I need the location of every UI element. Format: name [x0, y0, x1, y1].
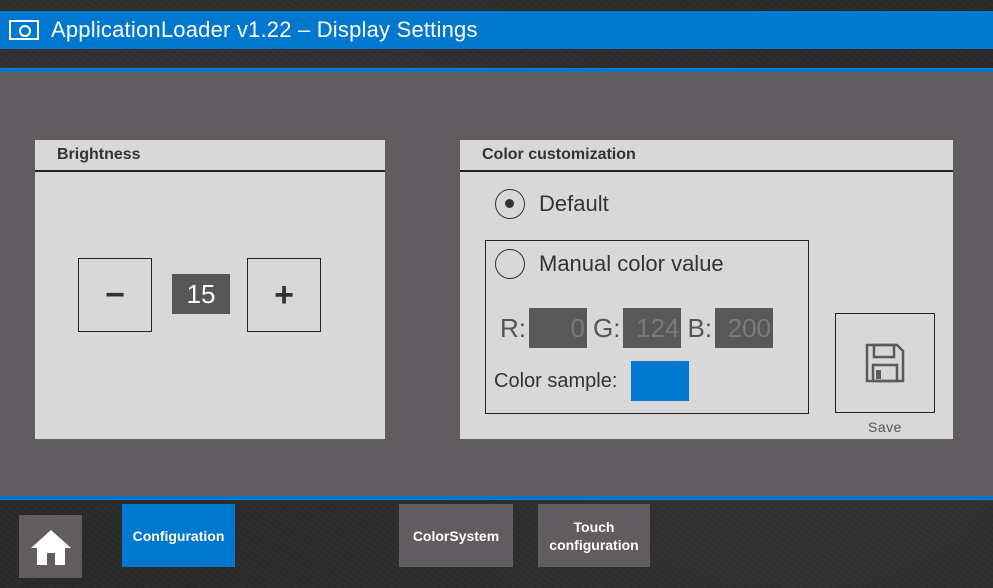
g-input[interactable]: 124 [623, 308, 682, 348]
rgb-inputs: R: 0 G: 124 B: 200 [500, 308, 779, 348]
r-label: R: [500, 312, 526, 343]
main-area: Brightness − 15 + Color customization De… [0, 68, 993, 500]
minus-icon: − [105, 275, 125, 314]
brightness-value: 15 [172, 274, 230, 314]
default-option[interactable]: Default [495, 189, 609, 219]
save-label: Save [868, 419, 902, 435]
brightness-decrease-button[interactable]: − [78, 258, 152, 332]
window-title: ApplicationLoader v1.22 – Display Settin… [51, 17, 478, 42]
home-button[interactable] [19, 515, 82, 578]
brightness-header: Brightness [35, 140, 385, 172]
g-label: G: [593, 312, 621, 343]
tab-colorsystem[interactable]: ColorSystem [399, 504, 513, 567]
tab-configuration[interactable]: Configuration [122, 504, 235, 567]
save-button[interactable] [835, 313, 935, 413]
b-input[interactable]: 200 [715, 308, 774, 348]
color-sample-label: Color sample: [494, 369, 618, 392]
r-input[interactable]: 0 [529, 308, 587, 348]
screen-icon [9, 20, 39, 40]
default-radio[interactable] [495, 189, 525, 219]
plus-icon: + [274, 275, 294, 314]
brightness-panel: Brightness − 15 + [35, 140, 385, 439]
manual-label: Manual color value [539, 251, 724, 276]
color-sample-swatch [631, 361, 690, 401]
color-sample-row: Color sample: [494, 361, 690, 401]
title-bar: ApplicationLoader v1.22 – Display Settin… [0, 11, 993, 49]
b-label: B: [687, 312, 713, 343]
tab-touch-configuration[interactable]: Touch configuration [538, 504, 650, 567]
home-icon [30, 529, 71, 565]
manual-option[interactable]: Manual color value [495, 249, 724, 279]
color-customization-header: Color customization [460, 140, 953, 172]
floppy-disk-icon [865, 343, 905, 383]
manual-radio[interactable] [495, 249, 525, 279]
default-label: Default [539, 191, 609, 216]
color-customization-panel: Color customization Default Manual color… [460, 140, 953, 439]
manual-color-group: Manual color value R: 0 G: 124 B: 200 Co… [485, 240, 809, 414]
brightness-increase-button[interactable]: + [247, 258, 321, 332]
